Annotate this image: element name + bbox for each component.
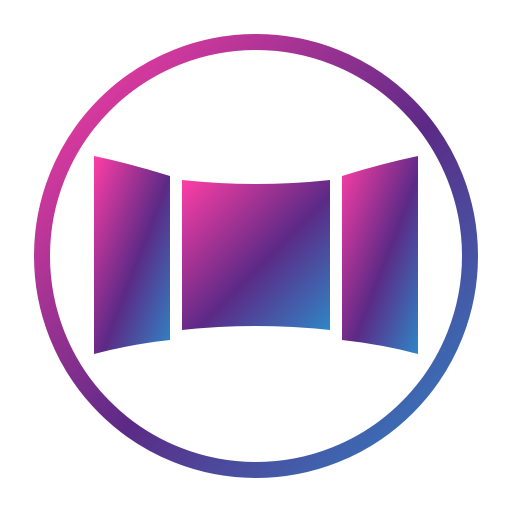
app-icon [0,0,512,512]
right-panel [342,156,418,354]
left-panel [94,156,170,354]
panorama-icon [34,34,478,478]
center-panel [182,180,330,330]
